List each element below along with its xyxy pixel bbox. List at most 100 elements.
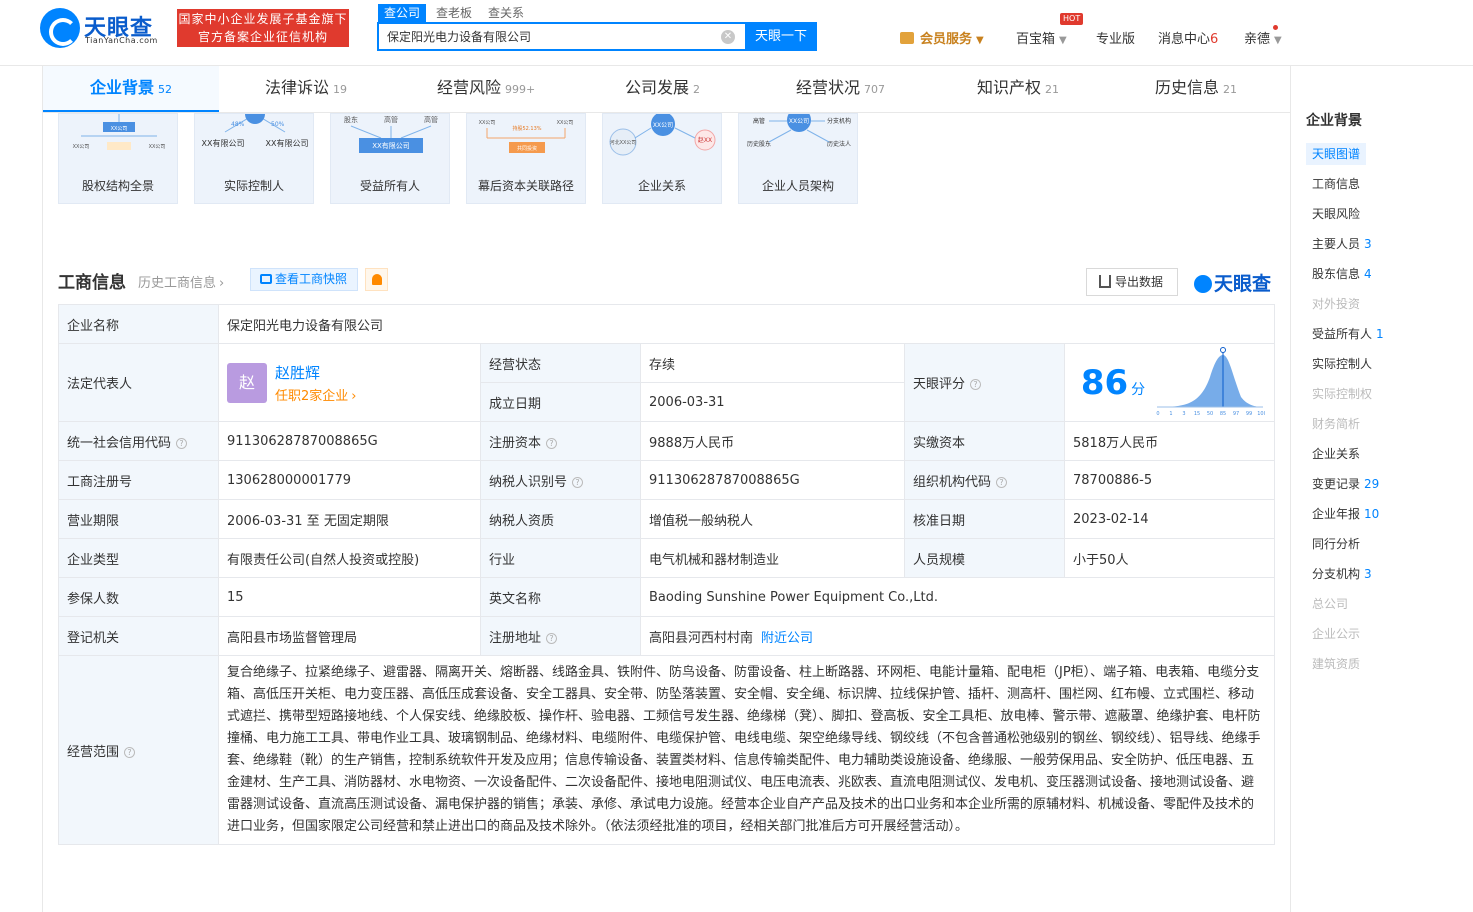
english-name-label: 英文名称 — [480, 577, 641, 617]
sidebar-item[interactable]: 受益所有人 1 — [1306, 323, 1390, 345]
help-icon[interactable]: ? — [124, 746, 136, 758]
node-xx-company: XX公司 — [73, 144, 90, 150]
sidebar-item: 企业公示 — [1306, 623, 1366, 645]
logo-eye-icon — [1194, 275, 1212, 293]
search-tab-relation[interactable]: 查关系 — [482, 4, 530, 22]
chevron-down-icon: ▼ — [976, 35, 984, 46]
node-executive: 高管 — [424, 115, 438, 124]
pro-version-link[interactable]: 专业版 — [1096, 28, 1135, 47]
nearby-companies-link[interactable]: 附近公司 — [761, 631, 813, 646]
sidebar-item[interactable]: 股东信息 4 — [1306, 263, 1378, 285]
tab-count: 707 — [864, 83, 886, 96]
search-button[interactable]: 天眼一下 — [745, 22, 817, 51]
sidebar-item[interactable]: 企业关系 — [1306, 443, 1366, 465]
business-info-table: 企业名称 保定阳光电力设备有限公司 法定代表人 赵 赵胜辉 任职2家企业 › 经营… — [58, 304, 1276, 845]
sidebar-item-label: 实际控制权 — [1312, 387, 1373, 401]
help-icon[interactable]: ? — [546, 632, 558, 644]
hot-badge: HOT — [1060, 13, 1084, 25]
sidebar-item[interactable]: 同行分析 — [1306, 533, 1366, 555]
taxpayer-id-label: 纳税人识别号 — [489, 474, 568, 490]
search-tab-boss[interactable]: 查老板 — [430, 4, 478, 22]
card-equity-structure[interactable]: XX公司 XX公司 XX公司 股权结构全景 — [58, 113, 178, 204]
card-label: 幕后资本关联路径 — [477, 179, 574, 193]
authority-label: 登记机关 — [58, 616, 219, 656]
table-row: 营业期限 2006-03-31 至 无固定期限 纳税人资质 增值税一般纳税人 核… — [58, 499, 1276, 539]
sidebar-item-label: 实际控制人 — [1312, 357, 1373, 371]
sidebar-item-label: 企业公示 — [1312, 627, 1361, 641]
help-icon[interactable]: ? — [572, 476, 584, 488]
toolbox-menu[interactable]: 百宝箱 ▼ — [1016, 28, 1067, 47]
staff-size-value: 小于50人 — [1063, 538, 1276, 578]
logo-subtext: TianYanCha.com — [85, 36, 158, 45]
sidebar-item[interactable]: 天眼风险 — [1306, 203, 1366, 225]
sidebar-item[interactable]: 企业年报 10 — [1306, 503, 1385, 525]
watermark-text: 天眼查 — [1214, 273, 1272, 295]
tab-history-info[interactable]: 历史信息 21 — [1155, 66, 1237, 112]
help-icon[interactable]: ? — [970, 379, 982, 390]
card-beneficial-owner[interactable]: 股东 高管 高管 XX有限公司 受益所有人 — [330, 113, 450, 204]
tab-legal-litigation[interactable]: 法律诉讼 19 — [265, 66, 347, 112]
legal-rep-companies-link[interactable]: 任职2家企业 › — [275, 385, 356, 404]
tab-label: 经营状况 — [796, 78, 861, 97]
top-header: 天眼查 TianYanCha.com 国家中小企业发展子基金旗下 官方备案企业征… — [0, 0, 1473, 66]
official-badge[interactable]: 国家中小企业发展子基金旗下 官方备案企业征信机构 — [177, 9, 349, 47]
node-xx-company: XX公司 — [149, 144, 166, 150]
node-xx-company: XX公司 — [111, 126, 128, 132]
tab-operation-risk[interactable]: 经营风险 999+ — [437, 66, 535, 112]
tianyancha-logo[interactable]: 天眼查 TianYanCha.com — [40, 8, 168, 48]
tab-company-development[interactable]: 公司发展 2 — [625, 66, 700, 112]
card-actual-controller[interactable]: 48% 50% XX有限公司 XX有限公司 实际控制人 — [194, 113, 314, 204]
notification-dot — [1273, 25, 1278, 30]
english-name-value: Baoding Sunshine Power Equipment Co.,Ltd… — [639, 577, 1276, 617]
approval-date-label: 核准日期 — [904, 499, 1065, 539]
export-data-button[interactable]: 导出数据 — [1086, 268, 1178, 296]
legal-rep-label: 法定代表人 — [58, 343, 219, 422]
tab-count: 21 — [1223, 83, 1238, 96]
clear-icon[interactable]: ✕ — [721, 30, 735, 44]
tab-operation-status[interactable]: 经营状况 707 — [796, 66, 885, 112]
chevron-right-icon: › — [351, 388, 357, 404]
tab-enterprise-background[interactable]: 企业背景 52 — [43, 66, 219, 112]
insured-value: 15 — [218, 577, 481, 617]
reg-no-label: 工商注册号 — [58, 460, 219, 500]
company-type-value: 有限责任公司(自然人投资或控股) — [218, 538, 481, 578]
tab-intellectual-property[interactable]: 知识产权 21 — [977, 66, 1059, 112]
search-tab-company[interactable]: 查公司 — [378, 4, 427, 22]
reg-capital-label: 注册资本 — [489, 435, 542, 451]
card-capital-path[interactable]: XX公司 XX公司 持股52.13% 共同投资 幕后资本关联路径 — [466, 113, 586, 204]
card-personnel-structure[interactable]: XX公司 高管 分支机构 历史股东 历史法人 企业人员架构 — [738, 113, 858, 204]
avatar[interactable]: 赵 — [227, 362, 267, 403]
score-marker-dot — [1220, 346, 1226, 353]
help-icon[interactable]: ? — [546, 437, 558, 449]
taxpayer-qual-value: 增值税一般纳税人 — [640, 499, 905, 539]
legal-rep-name-link[interactable]: 赵胜辉 — [275, 362, 356, 383]
history-business-info-link[interactable]: 历史工商信息 › — [138, 272, 224, 291]
score-cell[interactable]: 86分 0 1 3 15 50 85 97 99 100 — [1063, 343, 1276, 422]
sidebar-item[interactable]: 分支机构 3 — [1306, 563, 1378, 585]
sidebar-item[interactable]: 天眼图谱 — [1306, 143, 1367, 165]
sidebar-item[interactable]: 实际控制人 — [1306, 353, 1378, 375]
sidebar-item[interactable]: 主要人员 3 — [1306, 233, 1378, 255]
sidebar-item[interactable]: 工商信息 — [1306, 173, 1366, 195]
vip-service-menu[interactable]: 会员服务 ▼ — [900, 28, 984, 47]
sidebar-item: 财务简析 — [1306, 413, 1366, 435]
approval-date-value: 2023-02-14 — [1063, 499, 1276, 539]
card-enterprise-relation[interactable]: XX公司 河北XX公司 赵XX 企业关系 — [602, 113, 722, 204]
node-xx-company: XX公司 — [479, 120, 496, 126]
paid-capital-label: 实缴资本 — [904, 421, 1065, 461]
reg-capital-value: 9888万人民币 — [640, 421, 905, 461]
node-zhao-xx: 赵XX — [698, 136, 712, 144]
node-branch: 分支机构 — [827, 117, 851, 125]
industry-value: 电气机械和器材制造业 — [640, 538, 905, 578]
legal-rep-companies-label: 任职2家企业 — [275, 388, 349, 404]
monitor-bell-button[interactable] — [365, 268, 388, 291]
message-center-link[interactable]: 消息中心6 — [1158, 28, 1218, 47]
search-input[interactable] — [379, 24, 709, 49]
chevron-down-icon: ▼ — [1059, 35, 1067, 46]
user-menu[interactable]: 亲德 ▼ — [1244, 28, 1282, 47]
score-axis-tick-label: 100 — [1257, 411, 1265, 417]
help-icon[interactable]: ? — [176, 437, 188, 449]
sidebar-item[interactable]: 变更记录 29 — [1306, 473, 1385, 495]
help-icon[interactable]: ? — [996, 476, 1008, 488]
view-snapshot-button[interactable]: 查看工商快照 — [250, 268, 358, 291]
